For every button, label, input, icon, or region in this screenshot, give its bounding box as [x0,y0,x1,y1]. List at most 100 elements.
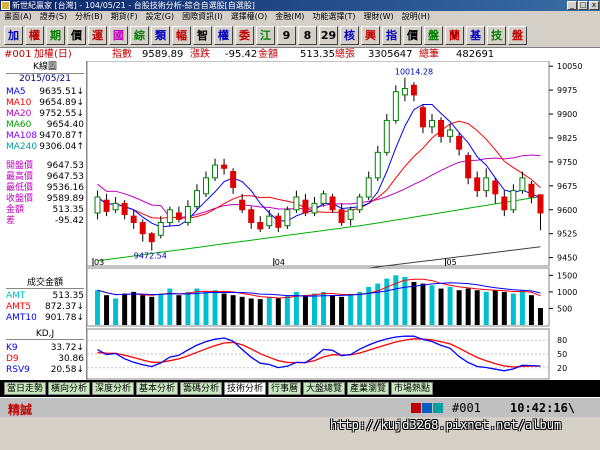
candle-body [193,190,200,208]
kd-k9-label: K9 [6,343,18,353]
price-3-row: 收盤價 9589.89 [6,194,84,205]
volume-bar [537,308,543,325]
chart-plot-area[interactable]: 10050 9975 9900 9825 9750 9675 9600 9525 9450 100… [87,61,600,380]
menu-item-1[interactable]: 證券(S) [36,11,71,23]
ma-ma108-value: 9470.87↑ [39,131,84,141]
volume-bar [456,290,462,325]
candle-body [474,177,481,192]
candle-body [266,215,273,227]
ma-ma20-row: MA20 9752.55↓ [6,109,84,120]
candle-body [293,196,300,211]
tab-3[interactable]: 基本分析 [136,382,179,395]
toolbar-button-13[interactable]: 9 [277,26,296,45]
tab-9[interactable]: 市場熱點 [391,382,434,395]
toolbar-button-11[interactable]: 委 [235,26,254,45]
volume-bar [348,295,354,325]
candle-body [392,91,399,121]
ma-ma240-value: 9306.04↑ [39,142,84,152]
count-label: 總筆 [419,49,439,60]
volume-bar [357,291,363,325]
candle-body [519,177,526,192]
kd-k9-value: 33.72↓ [50,343,84,353]
toolbar-button-16[interactable]: 核 [340,26,359,45]
price-axis-label: 9825 [557,134,577,143]
volume-bar [158,293,164,325]
tab-1[interactable]: 橫向分析 [48,382,91,395]
price-2-row: 最低價 9536.16 [6,183,84,194]
index-label: 指數 [112,49,132,60]
toolbar-button-8[interactable]: 幅 [172,26,191,45]
candle-body [94,196,101,214]
toolbar-button-12[interactable]: 江 [256,26,275,45]
toolbar-button-23[interactable]: 技 [487,26,506,45]
tab-0[interactable]: 當日走勢 [4,382,47,395]
candle-body [184,206,191,224]
volume-bar [429,285,435,325]
toolbar-button-15[interactable]: 29 [319,26,338,45]
kline-date: 2015/05/21 [6,74,84,85]
toolbar-button-2[interactable]: 期 [46,26,65,45]
tab-7[interactable]: 大盤總覽 [303,382,346,395]
toolbar-button-19[interactable]: 價 [403,26,422,45]
tab-4[interactable]: 籌碼分析 [180,382,223,395]
candle-body [275,215,282,228]
toolbar-button-9[interactable]: 智 [193,26,212,45]
candle-body [537,194,544,214]
price-axis-label: 9600 [557,206,577,215]
tab-5[interactable]: 技術分析 [224,382,267,395]
volume-bar [519,290,525,325]
minimize-button[interactable]: _ [567,1,577,10]
toolbar-button-21[interactable]: 蘭 [445,26,464,45]
toolbar-button-6[interactable]: 綜 [130,26,149,45]
menu-item-2[interactable]: 分析(B) [71,11,107,23]
toolbar-button-10[interactable]: 權 [214,26,233,45]
candle-body [302,199,309,214]
menu-item-9[interactable]: 理財(W) [360,11,398,23]
price-axis-label: 10050 [557,62,582,71]
kd-axis-label: 20 [557,364,567,373]
toolbar-button-18[interactable]: 指 [382,26,401,45]
ma-ma240-row: MA240 9306.04↑ [6,142,84,153]
volume-bar [185,291,191,325]
toolbar-button-20[interactable]: 盤 [424,26,443,45]
ma-ma5-row: MA5 9635.51↓ [6,87,84,98]
toolbar-button-1[interactable]: 權 [25,26,44,45]
toolbar-button-7[interactable]: 類 [151,26,170,45]
tab-8[interactable]: 產業瀏覽 [347,382,390,395]
toolbar-button-4[interactable]: 運 [88,26,107,45]
toolbar-button-17[interactable]: 興 [361,26,380,45]
analysis-tabs: 當日走勢 橫向分析 深度分析 基本分析 籌碼分析 技術分析 行事曆 大盤總覽 產業瀏覽 市場熱點 [0,380,600,397]
menu-item-8[interactable]: 功能選擇(T) [308,11,359,23]
ma-ma10-row: MA10 9654.89↓ [6,98,84,109]
vol-amt-value: 513.35 [52,291,85,301]
toolbar-button-0[interactable]: 加 [4,26,23,45]
indicator-panel: K線圖 2015/05/21 MA5 9635.51↓ MA10 9654.89↓ MA… [0,61,87,380]
toolbar-button-14[interactable]: 8 [298,26,317,45]
vol-amt5-row: AMT5 872.37↓ [6,302,84,313]
volume-bar [212,290,218,325]
candle-body [329,196,336,211]
toolbar-button-5[interactable]: 國 [109,26,128,45]
menu-item-0[interactable]: 畫面(A) [0,11,36,23]
vol-amt5-label: AMT5 [6,302,32,312]
tab-2[interactable]: 深度分析 [92,382,135,395]
price-0-label: 開盤價 [6,161,34,171]
ma-ma5-value: 9635.51↓ [39,87,84,97]
menu-item-5[interactable]: 國際資訊(I) [178,11,227,23]
menu-item-6[interactable]: 選擇權(O) [227,11,272,23]
volume-bar [501,291,507,325]
menu-item-7[interactable]: 金融(M) [271,11,308,23]
tab-6[interactable]: 行事曆 [268,382,302,395]
menu-item-3[interactable]: 期貨(F) [107,11,142,23]
kd-axis-label: 50 [557,350,567,359]
toolbar-button-22[interactable]: 基 [466,26,485,45]
toolbar-button-3[interactable]: 價 [67,26,86,45]
close-button[interactable]: x [589,1,599,10]
volume-bar [510,293,516,325]
toolbar-button-24[interactable]: 盤 [508,26,527,45]
menu-item-4[interactable]: 設定(G) [142,11,178,23]
candle-body [492,180,499,195]
maximize-button[interactable]: □ [578,1,588,10]
change-label: 漲跌 [190,49,210,60]
menu-item-10[interactable]: 說明(H) [398,11,434,23]
